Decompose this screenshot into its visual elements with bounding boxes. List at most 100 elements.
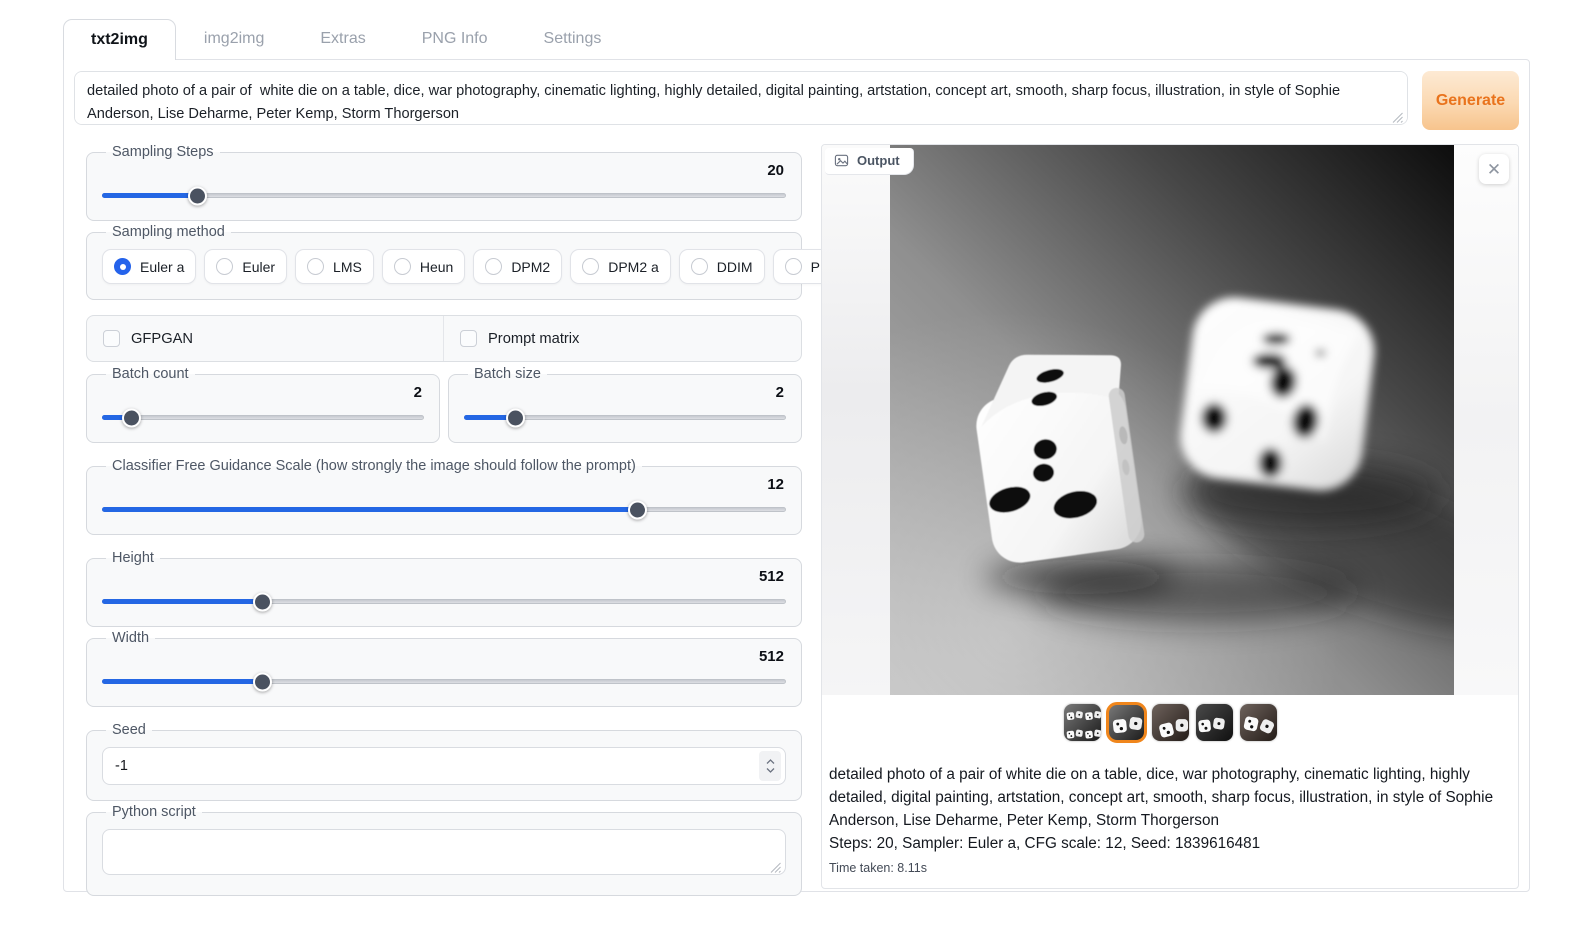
prompt-row: detailed photo of a pair of white die on…: [74, 71, 1519, 130]
batch-size-group: Batch size 2: [448, 366, 802, 443]
tab-extras[interactable]: Extras: [292, 18, 393, 59]
close-icon[interactable]: ✕: [1479, 154, 1509, 184]
python-script-group: Python script: [86, 804, 802, 896]
sampling-steps-value: 20: [102, 162, 784, 179]
slider-thumb[interactable]: [253, 672, 272, 691]
sampling-steps-slider[interactable]: [102, 186, 786, 205]
image-icon: [834, 153, 849, 168]
batch-size-slider[interactable]: [464, 408, 786, 427]
app-root: txt2img img2img Extras PNG Info Settings…: [0, 0, 1594, 892]
output-params-text: Steps: 20, Sampler: Euler a, CFG scale: …: [829, 833, 1511, 856]
height-label: Height: [106, 550, 160, 566]
radio-icon: [582, 258, 599, 275]
prompt-input[interactable]: detailed photo of a pair of white die on…: [74, 71, 1408, 125]
output-caption: detailed photo of a pair of white die on…: [822, 751, 1518, 888]
radio-euler-a[interactable]: Euler a: [102, 249, 196, 284]
radio-ddim[interactable]: DDIM: [679, 249, 765, 284]
radio-dpm2[interactable]: DPM2: [473, 249, 562, 284]
slider-thumb[interactable]: [506, 408, 525, 427]
batch-size-label: Batch size: [468, 366, 547, 382]
height-value: 512: [102, 568, 784, 585]
toggles-row: GFPGAN Prompt matrix: [86, 315, 802, 362]
number-stepper-icons[interactable]: [759, 751, 781, 781]
height-slider[interactable]: [102, 592, 786, 611]
width-label: Width: [106, 630, 155, 646]
radio-dpm2-a[interactable]: DPM2 a: [570, 249, 671, 284]
cfg-scale-group: Classifier Free Guidance Scale (how stro…: [86, 458, 802, 535]
tab-img2img[interactable]: img2img: [176, 18, 292, 59]
python-script-input[interactable]: [102, 829, 786, 875]
radio-label: Euler a: [140, 259, 184, 275]
radio-label: Heun: [420, 259, 453, 275]
tab-png-info[interactable]: PNG Info: [394, 18, 516, 59]
batch-count-label: Batch count: [106, 366, 195, 382]
sampling-method-group: Sampling method Euler a Euler LMS Heun D…: [86, 224, 802, 300]
thumbnail-4[interactable]: [1196, 704, 1233, 741]
radio-label: DPM2 a: [608, 259, 659, 275]
tab-txt2img[interactable]: txt2img: [63, 19, 176, 60]
tab-bar: txt2img img2img Extras PNG Info Settings: [63, 18, 1530, 59]
sampling-method-label: Sampling method: [106, 224, 231, 240]
batch-count-group: Batch count 2: [86, 366, 440, 443]
radio-heun[interactable]: Heun: [382, 249, 465, 284]
radio-label: DPM2: [511, 259, 550, 275]
thumbnail-1[interactable]: [1064, 704, 1101, 741]
slider-thumb[interactable]: [253, 592, 272, 611]
seed-group: Seed: [86, 722, 802, 801]
slider-thumb[interactable]: [628, 500, 647, 519]
thumbnail-row: [822, 695, 1518, 751]
cfg-scale-label: Classifier Free Guidance Scale (how stro…: [106, 458, 642, 474]
seed-input[interactable]: [102, 747, 786, 785]
width-slider[interactable]: [102, 672, 786, 691]
checkbox-icon: [103, 330, 120, 347]
thumbnail-5[interactable]: [1240, 704, 1277, 741]
radio-label: LMS: [333, 259, 362, 275]
sampling-steps-group: Sampling Steps 20: [86, 144, 802, 221]
prompt-matrix-label: Prompt matrix: [488, 331, 579, 347]
radio-icon: [785, 258, 802, 275]
height-group: Height 512: [86, 550, 802, 627]
slider-thumb[interactable]: [122, 408, 141, 427]
output-panel: Output ✕: [821, 144, 1519, 889]
gfpgan-label: GFPGAN: [131, 331, 193, 347]
generate-button[interactable]: Generate: [1422, 71, 1519, 130]
resize-handle-icon[interactable]: [770, 862, 781, 873]
batch-count-slider[interactable]: [102, 408, 424, 427]
radio-icon: [485, 258, 502, 275]
cfg-scale-value: 12: [102, 476, 784, 493]
output-gallery: Output ✕: [822, 145, 1518, 695]
tab-settings[interactable]: Settings: [516, 18, 630, 59]
output-label: Output: [825, 148, 914, 175]
thumbnail-3[interactable]: [1152, 704, 1189, 741]
time-taken-text: Time taken: 8.11s: [829, 859, 1511, 878]
gallery-side-blur: [822, 145, 890, 695]
batch-count-value: 2: [102, 384, 422, 401]
radio-icon: [114, 258, 131, 275]
radio-icon: [394, 258, 411, 275]
radio-icon: [691, 258, 708, 275]
thumbnail-2-selected[interactable]: [1108, 704, 1145, 741]
spinner-up-icon[interactable]: [766, 759, 775, 765]
slider-thumb[interactable]: [188, 186, 207, 205]
width-group: Width 512: [86, 630, 802, 707]
generated-image[interactable]: [890, 145, 1454, 695]
radio-label: DDIM: [717, 259, 753, 275]
output-label-text: Output: [857, 153, 900, 168]
settings-column: Sampling Steps 20 Sampling method Euler …: [74, 144, 802, 896]
gfpgan-checkbox[interactable]: GFPGAN: [87, 316, 444, 361]
radio-euler[interactable]: Euler: [204, 249, 287, 284]
width-value: 512: [102, 648, 784, 665]
radio-lms[interactable]: LMS: [295, 249, 374, 284]
seed-label: Seed: [106, 722, 152, 738]
spinner-down-icon[interactable]: [766, 767, 775, 773]
output-prompt-text: detailed photo of a pair of white die on…: [829, 764, 1511, 833]
radio-label: Euler: [242, 259, 275, 275]
prompt-matrix-checkbox[interactable]: Prompt matrix: [444, 316, 801, 361]
cfg-scale-slider[interactable]: [102, 500, 786, 519]
python-script-label: Python script: [106, 804, 202, 820]
resize-handle-icon[interactable]: [1392, 112, 1403, 123]
gallery-side-blur: [1454, 145, 1518, 695]
radio-icon: [307, 258, 324, 275]
sampling-steps-label: Sampling Steps: [106, 144, 220, 160]
checkbox-icon: [460, 330, 477, 347]
